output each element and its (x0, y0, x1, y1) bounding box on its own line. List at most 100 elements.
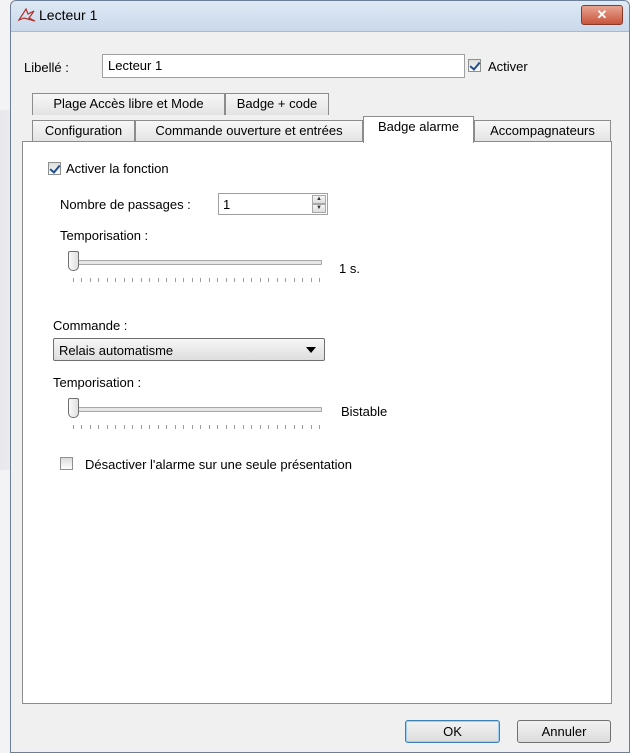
temporisation-commande-slider-thumb[interactable] (68, 398, 79, 418)
slider-tick (319, 278, 320, 282)
slider-tick (319, 425, 320, 429)
slider-tick (285, 425, 286, 429)
ok-button[interactable]: OK (405, 720, 500, 743)
slider-tick (73, 278, 74, 282)
tab-badge-code-label: Badge + code (236, 96, 318, 111)
slider-tick (268, 425, 269, 429)
activer-checkbox[interactable] (468, 59, 481, 72)
slider-tick (175, 278, 176, 282)
slider-tick (183, 278, 184, 282)
close-button[interactable]: ✕ (581, 5, 623, 25)
slider-tick (311, 278, 312, 282)
temporisation-commande-slider-ticks (73, 425, 320, 431)
temporisation-commande-label: Temporisation : (53, 375, 142, 390)
slider-tick (107, 425, 108, 429)
libelle-label: Libellé : (24, 60, 69, 75)
slider-tick (141, 278, 142, 282)
commande-label: Commande : (53, 318, 128, 333)
reader-icon (17, 6, 37, 24)
arrow-up-icon[interactable]: ▲ (312, 195, 326, 204)
temporisation-slider-track[interactable] (68, 260, 322, 265)
slider-tick (98, 278, 99, 282)
ok-button-label: OK (443, 724, 462, 739)
close-icon: ✕ (596, 7, 608, 22)
cancel-button-label: Annuler (541, 724, 587, 739)
slider-tick (294, 425, 295, 429)
desactiver-alarme-checkbox[interactable] (60, 457, 73, 470)
slider-tick (149, 278, 150, 282)
slider-tick (192, 278, 193, 282)
cancel-button[interactable]: Annuler (517, 720, 611, 743)
slider-tick (226, 425, 227, 429)
desactiver-alarme-label: Désactiver l'alarme sur une seule présen… (85, 457, 352, 472)
tab-configuration-label: Configuration (44, 123, 123, 138)
temporisation-slider-thumb[interactable] (68, 251, 79, 271)
slider-tick (209, 278, 210, 282)
slider-tick (124, 278, 125, 282)
slider-tick (90, 425, 91, 429)
temporisation-label: Temporisation : (60, 228, 149, 243)
tab-panel-badge-alarme (22, 141, 612, 704)
slider-tick (294, 278, 295, 282)
slider-tick (183, 425, 184, 429)
tab-commande-ouverture[interactable]: Commande ouverture et entrées (135, 120, 363, 142)
tab-plage-acces-libre[interactable]: Plage Accès libre et Mode (32, 93, 225, 115)
chevron-down-icon (306, 347, 316, 353)
slider-tick (200, 425, 201, 429)
tab-commande-ouverture-label: Commande ouverture et entrées (155, 123, 343, 138)
slider-tick (243, 425, 244, 429)
slider-tick (149, 425, 150, 429)
tab-badge-alarme[interactable]: Badge alarme (363, 116, 474, 143)
slider-tick (98, 425, 99, 429)
nombre-passages-value: 1 (223, 197, 231, 212)
slider-tick (200, 278, 201, 282)
slider-tick (226, 278, 227, 282)
activer-label: Activer (488, 59, 528, 74)
temporisation-commande-slider-track[interactable] (68, 407, 322, 412)
activer-fonction-label: Activer la fonction (66, 161, 169, 176)
slider-tick (260, 278, 261, 282)
tab-configuration[interactable]: Configuration (32, 120, 135, 142)
slider-tick (132, 425, 133, 429)
tab-badge-alarme-label: Badge alarme (378, 119, 459, 134)
commande-select[interactable]: Relais automatisme (53, 338, 325, 361)
slider-tick (302, 425, 303, 429)
arrow-down-icon[interactable]: ▼ (312, 204, 326, 213)
slider-tick (81, 278, 82, 282)
libelle-value: Lecteur 1 (108, 58, 163, 73)
window-title: Lecteur 1 (39, 7, 98, 23)
slider-tick (141, 425, 142, 429)
slider-tick (251, 278, 252, 282)
spin-buttons: ▲ ▼ (312, 195, 326, 213)
title-bar: Lecteur 1 ✕ (11, 1, 629, 32)
tab-plage-acces-libre-label: Plage Accès libre et Mode (53, 96, 204, 111)
slider-tick (81, 425, 82, 429)
slider-tick (209, 425, 210, 429)
slider-tick (115, 425, 116, 429)
slider-tick (234, 278, 235, 282)
commande-selected-value: Relais automatisme (59, 343, 174, 358)
slider-tick (158, 425, 159, 429)
temporisation-value: 1 s. (339, 261, 360, 276)
slider-tick (268, 278, 269, 282)
slider-tick (107, 278, 108, 282)
slider-tick (277, 278, 278, 282)
nombre-passages-stepper[interactable]: 1 ▲ ▼ (218, 193, 328, 215)
slider-tick (115, 278, 116, 282)
slider-tick (234, 425, 235, 429)
slider-tick (124, 425, 125, 429)
tab-accompagnateurs[interactable]: Accompagnateurs (474, 120, 611, 142)
slider-tick (217, 278, 218, 282)
slider-tick (132, 278, 133, 282)
slider-tick (243, 278, 244, 282)
tab-badge-code[interactable]: Badge + code (225, 93, 329, 115)
slider-tick (192, 425, 193, 429)
slider-tick (166, 425, 167, 429)
nombre-passages-label: Nombre de passages : (60, 197, 191, 212)
libelle-input[interactable]: Lecteur 1 (102, 54, 465, 78)
slider-tick (73, 425, 74, 429)
tab-accompagnateurs-label: Accompagnateurs (490, 123, 595, 138)
temporisation-slider-ticks (73, 278, 320, 284)
activer-fonction-checkbox[interactable] (48, 162, 61, 175)
slider-tick (302, 278, 303, 282)
